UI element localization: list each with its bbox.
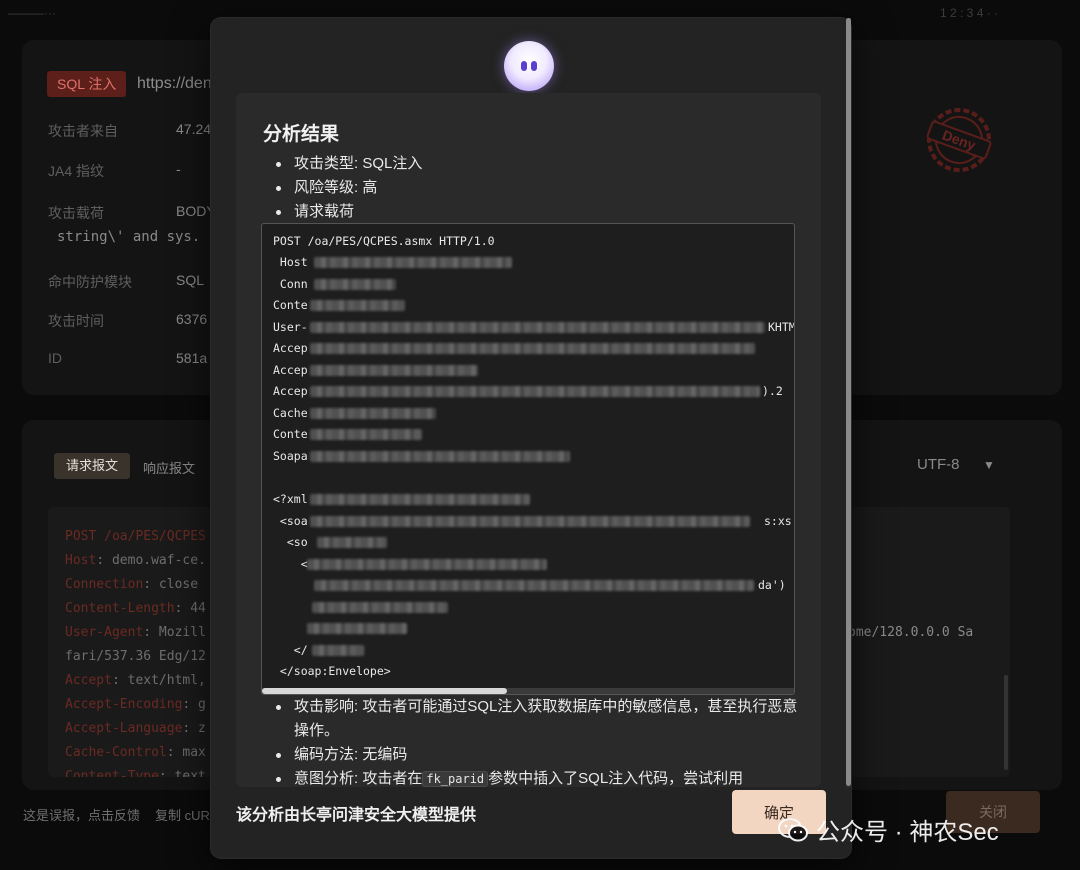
payload-line: Accep	[273, 341, 308, 355]
payload-line: </soap:Envelope>	[273, 664, 391, 678]
row-value-ja4: -	[176, 161, 181, 177]
payload-line: Accep	[273, 384, 308, 398]
code-scrollbar[interactable]	[1004, 675, 1008, 770]
payload-line: POST /oa/PES/QCPES.asmx HTTP/1.0	[273, 234, 495, 248]
target-url[interactable]: https://den	[137, 75, 212, 93]
row-value-id: 581a	[176, 350, 208, 366]
payload-line-tail: s:xs	[764, 514, 792, 528]
payload-line: User-	[273, 320, 308, 334]
encoding-select[interactable]: UTF-8	[917, 456, 960, 473]
bullet-risk-level: 风险等级: 高	[275, 176, 377, 200]
payload-line-tail: ).2	[762, 384, 783, 398]
code-line: Accept: text/html,	[65, 673, 206, 688]
row-label-ja4: JA4 指纹	[48, 163, 105, 179]
payload-line: Conte	[273, 427, 308, 441]
code-line: Accept-Encoding: g	[65, 697, 206, 712]
modal-scrollbar-thumb[interactable]	[846, 18, 851, 786]
payload-line: <so	[273, 535, 308, 549]
top-left-text: ———···	[8, 6, 56, 20]
row-value-time: 6376	[176, 311, 208, 327]
bullet-intent-analysis: 意图分析: 攻击者在 fk_parid 参数中插入了SQL注入代码，尝试利用	[275, 767, 743, 787]
payload-line: Cache	[273, 406, 308, 420]
row-value-source: 47.24	[176, 121, 212, 137]
code-line: Connection: close	[65, 577, 199, 592]
payload-line: <?xml	[273, 492, 308, 506]
row-label-source: 攻击者来自	[48, 123, 118, 139]
top-right-text: 1 2 : 3 4 · ·	[940, 6, 999, 20]
row-value-payload: BODY	[176, 203, 216, 219]
bullet-attack-impact-cont: 操作。	[294, 722, 340, 739]
attack-type-tag: SQL 注入	[47, 71, 127, 97]
watermark-text: 公众号 · 神农Sec	[816, 819, 999, 846]
bullet-attack-type: 攻击类型: SQL注入	[275, 152, 422, 176]
row-value-module: SQL	[176, 272, 205, 288]
model-credit: 该分析由长亭问津安全大模型提供	[236, 807, 477, 824]
param-code: fk_parid	[422, 771, 489, 787]
code-line: Accept-Language: z	[65, 721, 206, 736]
code-line-overflow: ome/128.0.0.0 Sa	[848, 625, 974, 640]
code-line: Content-Type: text	[65, 769, 206, 777]
row-label-payload: 攻击载荷	[48, 205, 104, 221]
analysis-title: 分析结果	[263, 124, 340, 145]
bullet-attack-impact: 攻击影响: 攻击者可能通过SQL注入获取数据库中的敏感信息，甚至执行恶意	[275, 695, 797, 719]
payload-line: Soapa	[273, 449, 308, 463]
chevron-down-icon[interactable]: ▼	[983, 458, 995, 472]
wechat-icon	[778, 817, 808, 841]
bullet-encoding-method: 编码方法: 无编码	[275, 743, 407, 767]
analysis-content: 分析结果 攻击类型: SQL注入 风险等级: 高 请求载荷 POST /oa/P…	[236, 93, 821, 787]
code-line: Content-Length: 44	[65, 601, 206, 616]
payload-line: Accep	[273, 363, 308, 377]
payload-horizontal-scrollbar[interactable]	[262, 688, 794, 694]
code-line: fari/537.36 Edg/12	[65, 649, 206, 664]
copy-curl-link[interactable]: 复制 cUR	[155, 805, 210, 824]
bullet-request-payload: 请求载荷	[275, 200, 354, 224]
tab-response[interactable]: 响应报文	[143, 458, 195, 477]
ai-assistant-avatar-icon	[504, 41, 554, 91]
false-positive-feedback-link[interactable]: 这是误报，点击反馈	[23, 805, 140, 824]
payload-line: Conn	[273, 277, 308, 291]
payload-code-block[interactable]: POST /oa/PES/QCPES.asmx HTTP/1.0 Host Co…	[261, 223, 795, 695]
payload-line: <	[273, 557, 308, 571]
code-line: Cache-Control: max	[65, 745, 206, 760]
payload-line: </	[273, 643, 308, 657]
row-label-module: 命中防护模块	[48, 274, 132, 290]
code-line: User-Agent: Mozill	[65, 625, 206, 640]
row-label-time: 攻击时间	[48, 313, 104, 329]
analysis-modal: 分析结果 攻击类型: SQL注入 风险等级: 高 请求载荷 POST /oa/P…	[211, 18, 851, 858]
payload-line: Conte	[273, 298, 308, 312]
tab-request[interactable]: 请求报文	[54, 453, 131, 479]
payload-line: Host	[273, 255, 308, 269]
deny-stamp-icon: Deny	[926, 108, 992, 172]
payload-fragment: string\' and sys.	[57, 229, 201, 245]
payload-line-tail: da')	[758, 578, 786, 592]
payload-line: <soa	[273, 514, 308, 528]
row-label-id: ID	[48, 350, 62, 366]
code-line: Host: demo.waf-ce.	[65, 553, 206, 568]
payload-line-tail: KHTM	[768, 320, 795, 334]
code-line: POST /oa/PES/QCPES	[65, 529, 206, 544]
wechat-watermark: 公众号 · 神农Sec	[778, 812, 999, 847]
